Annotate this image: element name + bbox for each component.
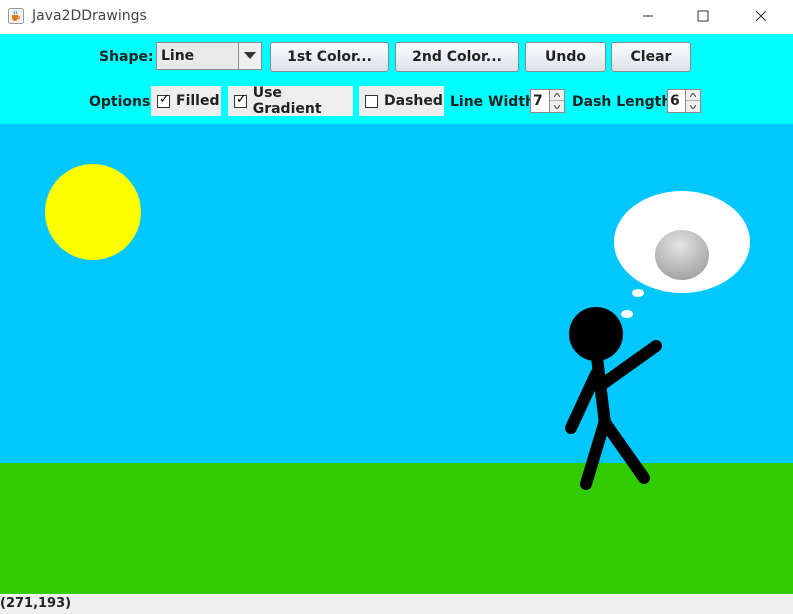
checkmark-icon: ✓: [159, 91, 170, 107]
dash-length-label: Dash Length: [572, 94, 672, 110]
clear-button[interactable]: Clear: [611, 42, 691, 72]
status-bar: (271,193): [0, 594, 793, 614]
close-button[interactable]: [738, 0, 784, 32]
drawing-canvas[interactable]: [0, 124, 793, 594]
filled-label: Filled: [176, 93, 220, 109]
spinner-buttons: [685, 90, 700, 112]
triangle-down-icon: [244, 52, 256, 59]
window-title: Java2DDrawings: [32, 8, 147, 24]
title-bar: Java2DDrawings: [0, 0, 793, 34]
mouse-coordinates: (271,193): [0, 596, 72, 611]
line-width-value: 7: [533, 93, 543, 109]
use-gradient-checkbox[interactable]: ✓ Use Gradient: [228, 85, 353, 117]
spinner-up-button[interactable]: [550, 90, 564, 101]
chevron-down-icon: [554, 104, 560, 109]
checkbox-box: ✓: [157, 91, 170, 108]
chevron-up-icon: [690, 93, 696, 97]
checkbox-box: ✓: [234, 91, 247, 108]
spinner-down-button[interactable]: [550, 101, 564, 112]
options-label: Options: [89, 94, 151, 110]
toolbar: Shape: Line 1st Color... 2nd Color... Un…: [0, 34, 793, 124]
checkbox-box: [365, 94, 378, 108]
minimize-icon: [643, 15, 653, 17]
filled-checkbox[interactable]: ✓ Filled: [151, 86, 221, 116]
sun: [45, 164, 141, 260]
use-gradient-label: Use Gradient: [252, 85, 322, 117]
dashed-checkbox[interactable]: Dashed: [359, 86, 444, 116]
chevron-down-icon: [690, 104, 696, 109]
dash-length-value: 6: [670, 93, 680, 109]
dropdown-arrow-button[interactable]: [238, 43, 261, 69]
gray-ball: [655, 230, 709, 280]
maximize-icon: [697, 10, 709, 22]
dashed-label: Dashed: [384, 93, 443, 109]
checkmark-icon: ✓: [236, 91, 247, 107]
spinner-down-button[interactable]: [686, 101, 700, 112]
first-color-button[interactable]: 1st Color...: [270, 42, 389, 72]
chevron-up-icon: [554, 93, 560, 97]
line-width-label: Line Width: [450, 94, 535, 110]
maximize-button[interactable]: [680, 0, 726, 32]
spinner-buttons: [549, 90, 564, 112]
shape-combobox[interactable]: Line: [156, 42, 262, 70]
dash-length-spinner[interactable]: 6: [667, 89, 701, 113]
thought-bubble-small: [621, 310, 633, 318]
java-coffee-cup-icon: [8, 8, 24, 24]
spinner-up-button[interactable]: [686, 90, 700, 101]
minimize-button[interactable]: [625, 0, 671, 32]
line-width-spinner[interactable]: 7: [530, 89, 565, 113]
shape-selected-value: Line: [161, 48, 195, 64]
undo-button[interactable]: Undo: [525, 42, 606, 72]
shape-label: Shape:: [99, 49, 154, 65]
grass: [0, 463, 793, 594]
close-icon: [755, 10, 767, 22]
second-color-button[interactable]: 2nd Color...: [395, 42, 519, 72]
thought-bubble-medium: [632, 289, 644, 297]
